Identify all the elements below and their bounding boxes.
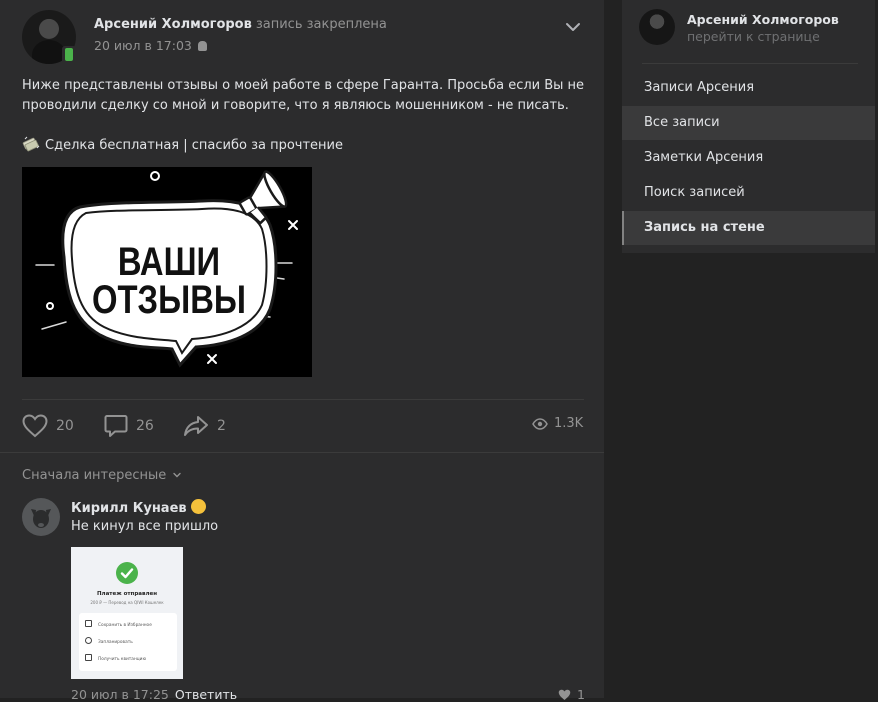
wall-post-feed: Арсений Холмогоров запись закреплена 20 и… — [0, 0, 604, 702]
comment-button[interactable]: 26 — [104, 413, 154, 439]
comment-author-name[interactable]: Кирилл Кунаев — [71, 501, 187, 516]
post-text-line: проводили сделку со мной и говорите, что… — [22, 98, 569, 113]
comments-sort-label: Сначала интересные — [22, 468, 167, 483]
sidebar-profile-link[interactable]: перейти к странице — [687, 29, 820, 44]
star-icon — [85, 620, 92, 627]
sidebar-profile-avatar[interactable] — [639, 9, 675, 45]
share-icon — [184, 416, 208, 436]
chevron-down-icon[interactable] — [564, 18, 582, 36]
pinned-label: запись закреплена — [255, 17, 387, 32]
post-date-link[interactable]: 20 июл в 17:03 — [94, 38, 192, 53]
post-image[interactable]: ВАШИ ОТЗЫВЫ — [22, 167, 312, 377]
comment-date[interactable]: 20 июл в 17:25 — [71, 687, 169, 702]
post-text-line: Ниже представлены отзывы о моей работе в… — [22, 78, 585, 93]
clock-icon — [85, 637, 92, 644]
sidebar-item-label: Все записи — [644, 115, 720, 130]
reply-button[interactable]: Ответить — [175, 687, 237, 702]
sidebar-profile-name[interactable]: Арсений Холмогоров — [687, 12, 839, 27]
comment-count: 26 — [136, 418, 154, 434]
comment-like-button[interactable]: 1 — [558, 687, 585, 702]
comment-like-count: 1 — [577, 687, 585, 702]
check-icon — [116, 562, 138, 584]
sidebar-item-label: Поиск записей — [644, 185, 745, 200]
comment-meta: 20 июл в 17:25 Ответить — [71, 687, 237, 702]
like-count: 20 — [56, 418, 74, 434]
heart-icon — [22, 414, 48, 438]
receipt-action-label: Запланировать — [98, 640, 133, 645]
thinking-emoji-icon — [190, 499, 206, 514]
receipt-title: Платеж отправлен — [96, 591, 158, 597]
sidebar-item-notes[interactable]: Заметки Арсения — [622, 141, 875, 175]
share-button[interactable]: 2 — [183, 413, 226, 439]
sidebar-item-wall-post[interactable]: Запись на стене — [622, 211, 875, 245]
sidebar-item-label: Запись на стене — [644, 220, 765, 235]
comments-separator — [0, 452, 604, 453]
receipt-icon — [85, 654, 92, 661]
comments-sort-dropdown[interactable]: Сначала интересные — [22, 468, 182, 483]
money-icon — [22, 136, 40, 152]
comment-text: Не кинул все пришло — [71, 519, 219, 534]
post-author: Арсений Холмогоров запись закреплена — [94, 17, 387, 32]
comment-author-avatar[interactable] — [22, 498, 60, 536]
banner-title-line2: ОТЗЫВЫ — [92, 277, 246, 322]
comment-attachment-image[interactable]: Платеж отправлен 200 ₽ — Перевод на QIWI… — [71, 547, 183, 679]
mobile-online-icon — [62, 46, 76, 64]
dog-avatar-icon — [31, 509, 51, 528]
receipt-action-label: Получить квитанцию — [98, 657, 147, 662]
comment-icon — [104, 415, 128, 437]
eye-icon — [532, 417, 548, 430]
post-link: Сделка бесплатная | спасибо за прочтение — [22, 136, 343, 153]
sidebar-item-label: Заметки Арсения — [644, 150, 764, 165]
receipt-subtitle: 200 ₽ — Перевод на QIWI Кошелек — [90, 600, 164, 605]
sidebar-divider — [642, 63, 858, 64]
post-link-text[interactable]: Сделка бесплатная | спасибо за прочтение — [45, 138, 343, 153]
sidebar-item-label: Записи Арсения — [644, 80, 755, 95]
android-icon — [197, 41, 207, 51]
comment-author: Кирилл Кунаев — [71, 499, 206, 516]
receipt-action-label: Сохранить в Избранное — [98, 623, 152, 628]
receipt-action-row: Получить квитанцию — [85, 654, 146, 662]
heart-icon — [558, 689, 571, 700]
receipt-actions-card: Сохранить в Избранное Запланировать Полу… — [79, 613, 177, 671]
like-button[interactable]: 20 — [22, 413, 74, 439]
post-date: 20 июл в 17:03 — [94, 38, 207, 53]
sidebar-item-owner-posts[interactable]: Записи Арсения — [622, 71, 875, 105]
sidebar-item-all-posts[interactable]: Все записи — [622, 106, 875, 140]
post-author-name[interactable]: Арсений Холмогоров — [94, 17, 252, 32]
wall-sidebar: Арсений Холмогоров перейти к странице За… — [606, 0, 878, 698]
views-count: 1.3K — [554, 416, 584, 431]
receipt-action-row: Запланировать — [85, 637, 133, 645]
post-text: Ниже представлены отзывы о моей работе в… — [22, 76, 592, 116]
post-divider — [22, 399, 584, 400]
views-counter: 1.3K — [532, 416, 583, 431]
sidebar-item-search-posts[interactable]: Поиск записей — [622, 176, 875, 210]
wall-menu: Арсений Холмогоров перейти к странице За… — [622, 0, 875, 253]
receipt-action-row: Сохранить в Избранное — [85, 620, 152, 628]
chevron-down-icon — [173, 472, 182, 478]
reviews-banner-graphic: ВАШИ ОТЗЫВЫ — [35, 170, 298, 368]
share-count: 2 — [217, 418, 226, 434]
